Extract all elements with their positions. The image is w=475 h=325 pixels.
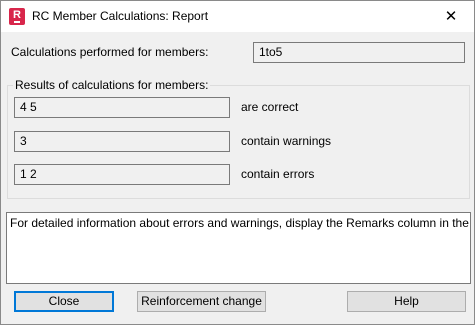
help-button[interactable]: Help bbox=[347, 291, 466, 312]
errors-label: contain errors bbox=[241, 167, 315, 181]
robot-app-icon: R bbox=[9, 8, 25, 25]
results-group-title: Results of calculations for members: bbox=[13, 78, 211, 92]
close-icon[interactable]: ✕ bbox=[428, 1, 474, 32]
correct-members-field[interactable]: 4 5 bbox=[14, 97, 230, 118]
app-icon-bar bbox=[14, 21, 20, 23]
remarks-textbox[interactable]: For detailed information about errors an… bbox=[6, 212, 471, 284]
close-button[interactable]: Close bbox=[14, 291, 114, 312]
title-bar[interactable]: R RC Member Calculations: Report ✕ bbox=[1, 1, 474, 32]
app-icon-letter: R bbox=[13, 9, 21, 21]
warnings-label: contain warnings bbox=[241, 134, 332, 148]
error-members-field[interactable]: 1 2 bbox=[14, 164, 230, 185]
performed-members-field[interactable]: 1to5 bbox=[253, 42, 465, 63]
window-title: RC Member Calculations: Report bbox=[32, 9, 209, 23]
performed-label: Calculations performed for members: bbox=[11, 45, 209, 59]
correct-label: are correct bbox=[241, 100, 299, 114]
reinforcement-change-button[interactable]: Reinforcement change bbox=[137, 291, 266, 312]
warning-members-field[interactable]: 3 bbox=[14, 131, 230, 152]
report-dialog: R RC Member Calculations: Report ✕ Calcu… bbox=[0, 0, 475, 325]
